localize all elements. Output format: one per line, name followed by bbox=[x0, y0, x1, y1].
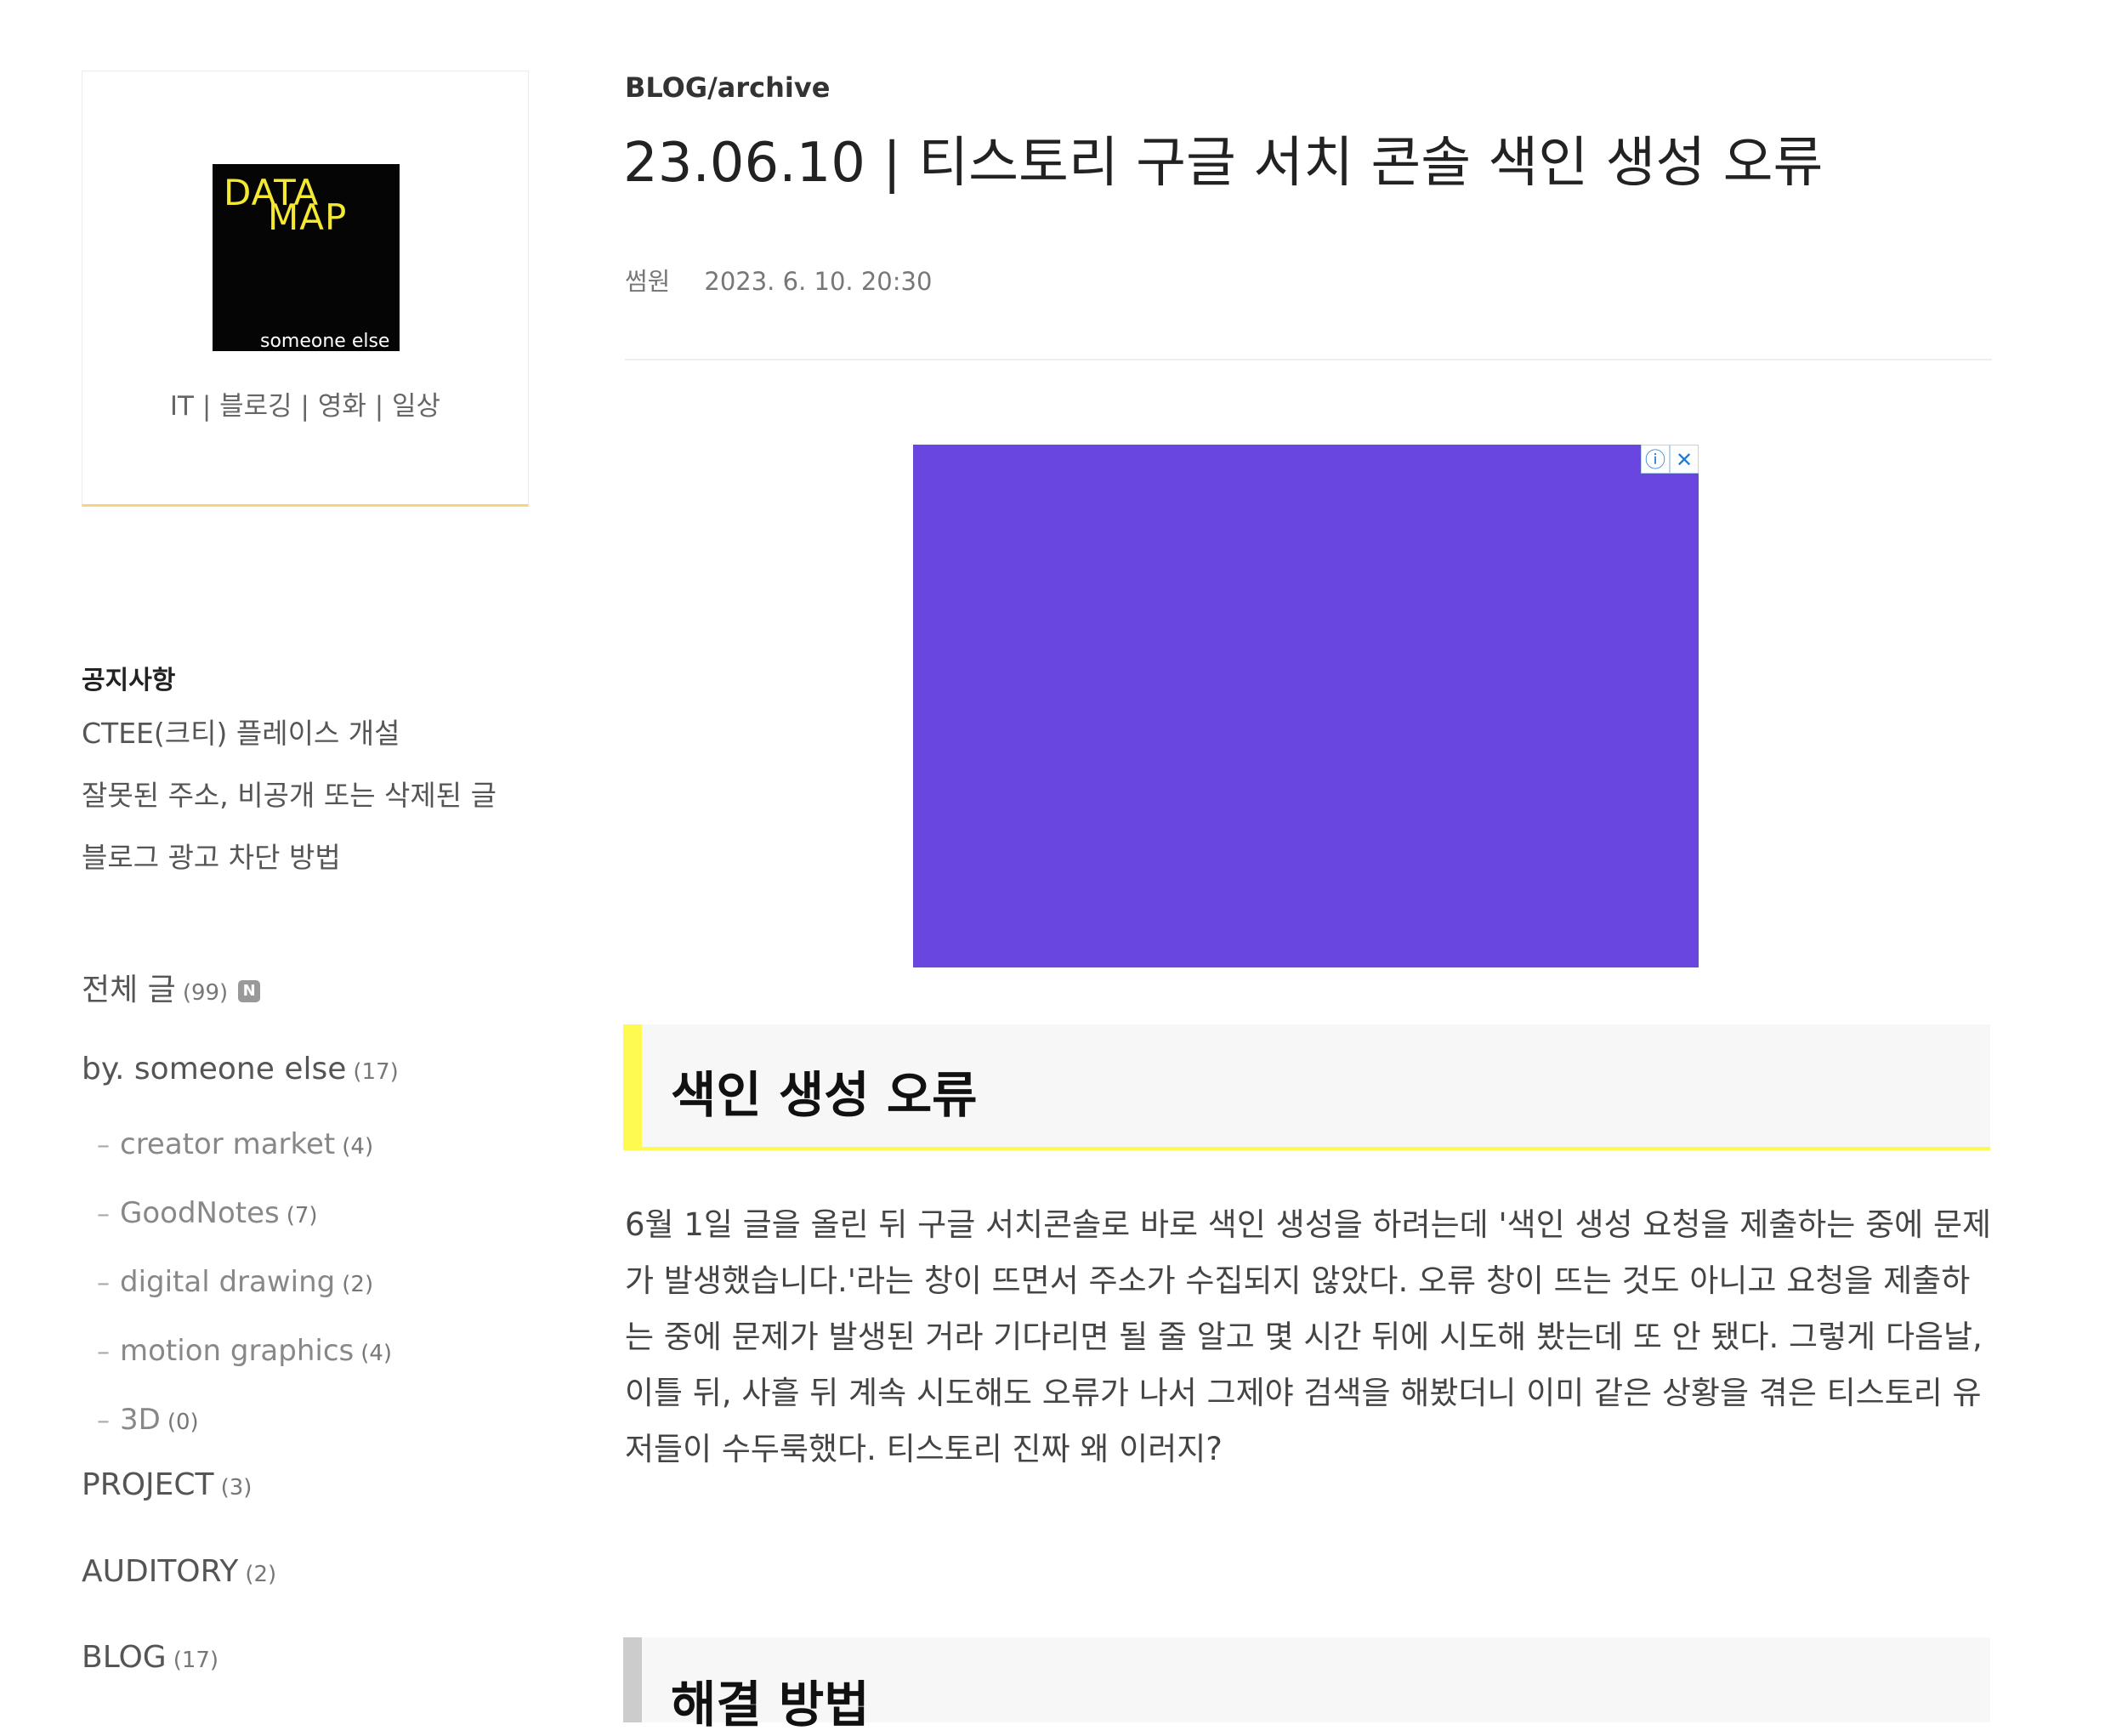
subcategory-count: (4) bbox=[360, 1341, 393, 1366]
subcategory-goodnotes[interactable]: – GoodNotes (7) bbox=[97, 1196, 318, 1230]
category-label: AUDITORY bbox=[82, 1554, 239, 1589]
subcategory-label: motion graphics bbox=[120, 1334, 355, 1368]
post-date: 2023. 6. 10. 20:30 bbox=[704, 267, 933, 296]
category-label: by. someone else bbox=[82, 1052, 347, 1086]
close-icon[interactable]: ✕ bbox=[1670, 445, 1699, 474]
category-count: (17) bbox=[173, 1648, 219, 1673]
subcategory-label: creator market bbox=[120, 1127, 336, 1161]
dash-icon: – bbox=[97, 1131, 110, 1160]
logo-text-line3: someone else bbox=[260, 331, 390, 351]
section-heading-block: 해결 방법 bbox=[623, 1637, 1990, 1733]
notice-link[interactable]: 블로그 광고 차단 방법 bbox=[82, 835, 341, 876]
blog-tagline: IT | 블로깅 | 영화 | 일상 bbox=[169, 391, 441, 422]
section-heading: 색인 생성 오류 bbox=[671, 1066, 978, 1124]
category-auditory[interactable]: AUDITORY (2) bbox=[82, 1554, 276, 1589]
subcategory-label: digital drawing bbox=[120, 1265, 336, 1299]
logo-text-line2: MAP bbox=[268, 196, 348, 238]
section-heading-block: 색인 생성 오류 bbox=[623, 1024, 1990, 1150]
category-count: (17) bbox=[353, 1059, 399, 1085]
subcategory-label: 3D bbox=[120, 1403, 161, 1437]
category-label: 전체 글 bbox=[82, 973, 176, 1007]
subcategory-3d[interactable]: –3D (0) bbox=[97, 1403, 199, 1437]
section-heading: 해결 방법 bbox=[671, 1676, 870, 1733]
category-label: PROJECT bbox=[82, 1467, 214, 1502]
dash-icon: – bbox=[97, 1200, 110, 1229]
subcategory-count: (2) bbox=[342, 1272, 374, 1297]
category-blog[interactable]: BLOG (17) bbox=[82, 1640, 218, 1675]
category-count: (2) bbox=[245, 1562, 277, 1587]
notice-link[interactable]: CTEE(크티) 플레이스 개설 bbox=[82, 711, 400, 752]
category-count: (3) bbox=[220, 1475, 252, 1501]
subcategory-digital-drawing[interactable]: – digital drawing (2) bbox=[97, 1265, 373, 1299]
new-badge: N bbox=[238, 980, 261, 1002]
notice-link[interactable]: 잘못된 주소, 비공개 또는 삭제된 글 bbox=[82, 773, 496, 814]
subcategory-label: GoodNotes bbox=[120, 1196, 280, 1230]
dash-icon: – bbox=[97, 1337, 110, 1367]
post-author[interactable]: 썸원 bbox=[625, 267, 670, 296]
profile-card: DATA MAP someone else IT | 블로깅 | 영화 | 일상 bbox=[82, 71, 529, 507]
post-title: 23.06.10 | 티스토리 구글 서치 콘솔 색인 생성 오류 bbox=[623, 132, 1824, 195]
category-by-someone-else[interactable]: by. someone else (17) bbox=[82, 1052, 399, 1086]
post-category-link[interactable]: BLOG/archive bbox=[625, 71, 830, 104]
subcategory-creator-market[interactable]: – creator market (4) bbox=[97, 1127, 373, 1161]
category-count: (99) bbox=[182, 980, 229, 1006]
category-project[interactable]: PROJECT (3) bbox=[82, 1467, 252, 1502]
category-label: BLOG bbox=[82, 1640, 167, 1675]
post-paragraph: 6월 1일 글을 올린 뒤 구글 서치콘솔로 바로 색인 생성을 하려는데 '색… bbox=[625, 1206, 1992, 1467]
dash-icon: – bbox=[97, 1268, 110, 1298]
subcategory-count: (4) bbox=[342, 1134, 374, 1160]
post-meta: 썸원 2023. 6. 10. 20:30 bbox=[625, 262, 932, 298]
header-divider bbox=[625, 359, 1992, 360]
ad-banner[interactable]: ⓘ ✕ bbox=[913, 445, 1699, 967]
subcategory-count: (7) bbox=[286, 1203, 318, 1228]
info-icon[interactable]: ⓘ bbox=[1641, 445, 1670, 474]
dash-icon: – bbox=[97, 1406, 110, 1436]
subcategory-motion-graphics[interactable]: – motion graphics (4) bbox=[97, 1334, 392, 1368]
category-all[interactable]: 전체 글 (99) N bbox=[82, 965, 261, 1009]
blog-logo[interactable]: DATA MAP someone else bbox=[213, 164, 400, 351]
subcategory-count: (0) bbox=[167, 1410, 199, 1435]
ad-controls: ⓘ ✕ bbox=[1641, 445, 1699, 474]
notice-title: 공지사항 bbox=[82, 666, 176, 695]
